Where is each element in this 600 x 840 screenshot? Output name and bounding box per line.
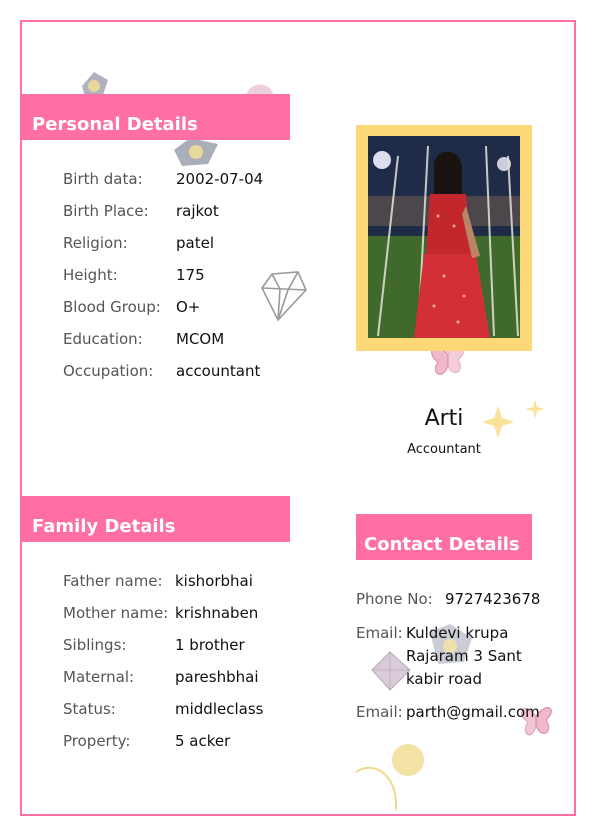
field-value: patel: [176, 234, 214, 252]
field-value: MCOM: [176, 330, 225, 348]
field-label: Mother name:: [63, 604, 169, 622]
field-label: Siblings:: [63, 636, 127, 654]
field-value: kishorbhai: [175, 572, 253, 590]
field-value: krishnaben: [175, 604, 259, 622]
personal-details-header: Personal Details: [22, 94, 290, 140]
profile-role: Accountant: [407, 442, 481, 457]
field-label: Height:: [63, 266, 118, 284]
field-label: Education:: [63, 330, 143, 348]
field-label: Occupation:: [63, 362, 154, 380]
phone-value: 9727423678: [445, 590, 541, 608]
family-details-header: Family Details: [22, 496, 290, 542]
floral-decoration-icon: [174, 138, 218, 166]
field-value: 5 acker: [175, 732, 231, 750]
field-value: accountant: [176, 362, 261, 380]
field-label: Property:: [63, 732, 131, 750]
field-label: Birth data:: [63, 170, 143, 188]
phone-label: Phone No:: [356, 590, 433, 608]
field-value: middleclass: [175, 700, 264, 718]
field-label: Religion:: [63, 234, 128, 252]
address-line: Kuldevi krupa: [406, 624, 509, 642]
profile-photo-frame: [356, 125, 532, 351]
address-line: Rajaram 3 Sant: [406, 647, 522, 665]
profile-name: Arti: [424, 406, 464, 431]
field-value: 2002-07-04: [176, 170, 264, 188]
sun-decoration-icon: [355, 744, 424, 811]
field-label: Father name:: [63, 572, 163, 590]
field-value: O+: [176, 298, 201, 316]
field-value: 175: [176, 266, 205, 284]
field-label: Maternal:: [63, 668, 135, 686]
diamond-icon: [261, 271, 307, 322]
address-line: kabir road: [406, 670, 482, 688]
field-value: rajkot: [176, 202, 219, 220]
field-value: 1 brother: [175, 636, 245, 654]
address-label: Email:: [356, 624, 403, 642]
email-value[interactable]: parth@gmail.com: [406, 703, 540, 721]
email-label: Email:: [356, 703, 403, 721]
field-label: Status:: [63, 700, 116, 718]
contact-details-header: Contact Details: [356, 514, 532, 560]
field-value: pareshbhai: [175, 668, 259, 686]
profile-photo: [368, 136, 520, 338]
field-label: Birth Place:: [63, 202, 149, 220]
profile-photo-illustration: [368, 136, 520, 338]
field-label: Blood Group:: [63, 298, 161, 316]
